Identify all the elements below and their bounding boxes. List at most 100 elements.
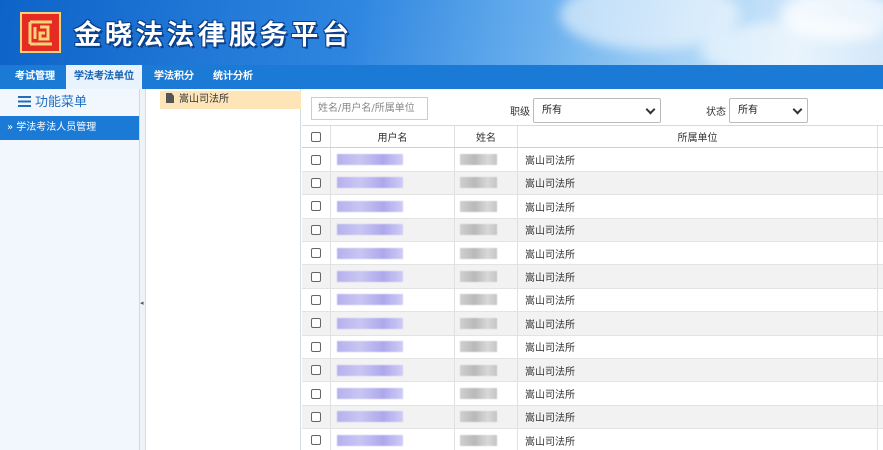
username-cell (331, 148, 455, 171)
redacted-name (460, 224, 497, 236)
username-cell (331, 195, 455, 218)
table-row[interactable]: 嵩山司法所 (302, 288, 883, 313)
status-select[interactable]: 所有 (729, 98, 808, 123)
redacted-username (337, 247, 403, 259)
sidebar-header: 功能菜单 (0, 89, 139, 116)
personnel-table: 用户名 姓名 所属单位 嵩山司法所 嵩山司法所 嵩山司法所 嵩山司法所 嵩山司法所 嵩山司… (302, 125, 883, 450)
table-row[interactable]: 嵩山司法所 (302, 429, 883, 450)
redacted-name (460, 434, 497, 446)
nav-statistics[interactable]: 统计分析 (205, 65, 261, 89)
row-checkbox[interactable] (311, 248, 321, 259)
document-icon (166, 93, 174, 103)
name-cell (455, 405, 518, 429)
unit-cell: 嵩山司法所 (518, 405, 878, 429)
redacted-username (337, 434, 403, 446)
table-row[interactable]: 嵩山司法所 (302, 359, 883, 383)
row-checkbox-cell (302, 335, 331, 358)
row-checkbox[interactable] (311, 318, 321, 329)
nav-exam-management[interactable]: 考试管理 (6, 65, 64, 89)
sidebar-item-personnel[interactable]: » 学法考法人员管理 (0, 116, 139, 140)
name-cell (455, 171, 518, 195)
table-row[interactable]: 嵩山司法所 (302, 265, 883, 289)
username-cell (331, 218, 455, 241)
name-cell (455, 242, 518, 265)
row-checkbox[interactable] (311, 201, 321, 212)
table-row[interactable]: 嵩山司法所 (302, 382, 883, 406)
table-row[interactable]: 嵩山司法所 (302, 195, 883, 219)
username-cell (331, 335, 455, 358)
row-checkbox[interactable] (311, 341, 321, 352)
name-cell (455, 195, 518, 218)
table-row[interactable]: 嵩山司法所 (302, 218, 883, 242)
column-header-name[interactable]: 姓名 (455, 126, 518, 148)
redacted-name (460, 177, 497, 189)
nav-study-units[interactable]: 学法考法单位 (66, 65, 142, 90)
redacted-name (460, 317, 497, 329)
unit-cell: 嵩山司法所 (518, 335, 878, 358)
name-cell (455, 359, 518, 382)
row-checkbox[interactable] (311, 411, 321, 422)
table-row[interactable]: 嵩山司法所 (302, 405, 883, 430)
redacted-name (460, 411, 497, 423)
table-row[interactable]: 嵩山司法所 (302, 148, 883, 172)
redacted-name (460, 294, 497, 306)
name-cell (455, 148, 518, 171)
username-cell (331, 382, 455, 405)
redacted-username (337, 388, 403, 400)
redacted-username (337, 224, 403, 236)
logo-icon (20, 12, 61, 53)
name-cell (455, 429, 518, 450)
redacted-name (460, 154, 497, 166)
name-cell (455, 265, 518, 288)
name-cell (455, 288, 518, 312)
search-input[interactable] (311, 97, 428, 120)
filter-bar: 职级 所有 状态 所有 (302, 89, 883, 125)
list-icon (18, 96, 31, 107)
row-checkbox[interactable] (311, 224, 321, 235)
row-checkbox[interactable] (311, 271, 321, 282)
unit-cell: 嵩山司法所 (518, 148, 878, 171)
redacted-name (460, 200, 497, 212)
row-checkbox-cell (302, 312, 331, 335)
name-cell (455, 218, 518, 241)
row-checkbox[interactable] (311, 388, 321, 399)
redacted-username (337, 200, 403, 212)
tree-node-selected[interactable]: 嵩山司法所 (160, 91, 301, 109)
table-row[interactable]: 嵩山司法所 (302, 335, 883, 359)
column-header-username[interactable]: 用户名 (331, 126, 455, 148)
row-checkbox[interactable] (311, 294, 321, 305)
top-nav: 考试管理 学法考法单位 学法积分 统计分析 (0, 65, 883, 90)
table-row[interactable]: 嵩山司法所 (302, 312, 883, 336)
table-row[interactable]: 嵩山司法所 (302, 242, 883, 266)
username-cell (331, 242, 455, 265)
row-checkbox[interactable] (311, 154, 321, 165)
chevron-down-icon (645, 104, 656, 115)
redacted-name (460, 388, 497, 400)
chevron-down-icon (792, 104, 803, 115)
table-row[interactable]: 嵩山司法所 (302, 171, 883, 196)
sidebar-collapse-handle[interactable]: ◂ (140, 89, 146, 450)
row-checkbox-cell (302, 382, 331, 405)
logo-glyph (28, 20, 52, 45)
row-checkbox[interactable] (311, 435, 321, 446)
level-select-value: 所有 (542, 105, 562, 116)
level-select[interactable]: 所有 (533, 98, 661, 123)
select-all-checkbox[interactable] (311, 131, 321, 142)
row-checkbox-cell (302, 195, 331, 218)
row-checkbox[interactable] (311, 177, 321, 188)
row-checkbox-cell (302, 288, 331, 312)
status-label: 状态 (706, 107, 726, 118)
username-cell (331, 429, 455, 450)
redacted-username (337, 364, 403, 376)
tree-node-label: 嵩山司法所 (179, 94, 229, 105)
username-cell (331, 312, 455, 335)
redacted-name (460, 271, 497, 283)
row-checkbox-cell (302, 171, 331, 195)
username-cell (331, 265, 455, 288)
nav-study-points[interactable]: 学法积分 (146, 65, 202, 89)
column-header-unit[interactable]: 所属单位 (518, 126, 878, 148)
row-checkbox[interactable] (311, 365, 321, 376)
header-checkbox-cell (302, 126, 331, 148)
row-checkbox-cell (302, 429, 331, 450)
level-label: 职级 (510, 107, 530, 118)
